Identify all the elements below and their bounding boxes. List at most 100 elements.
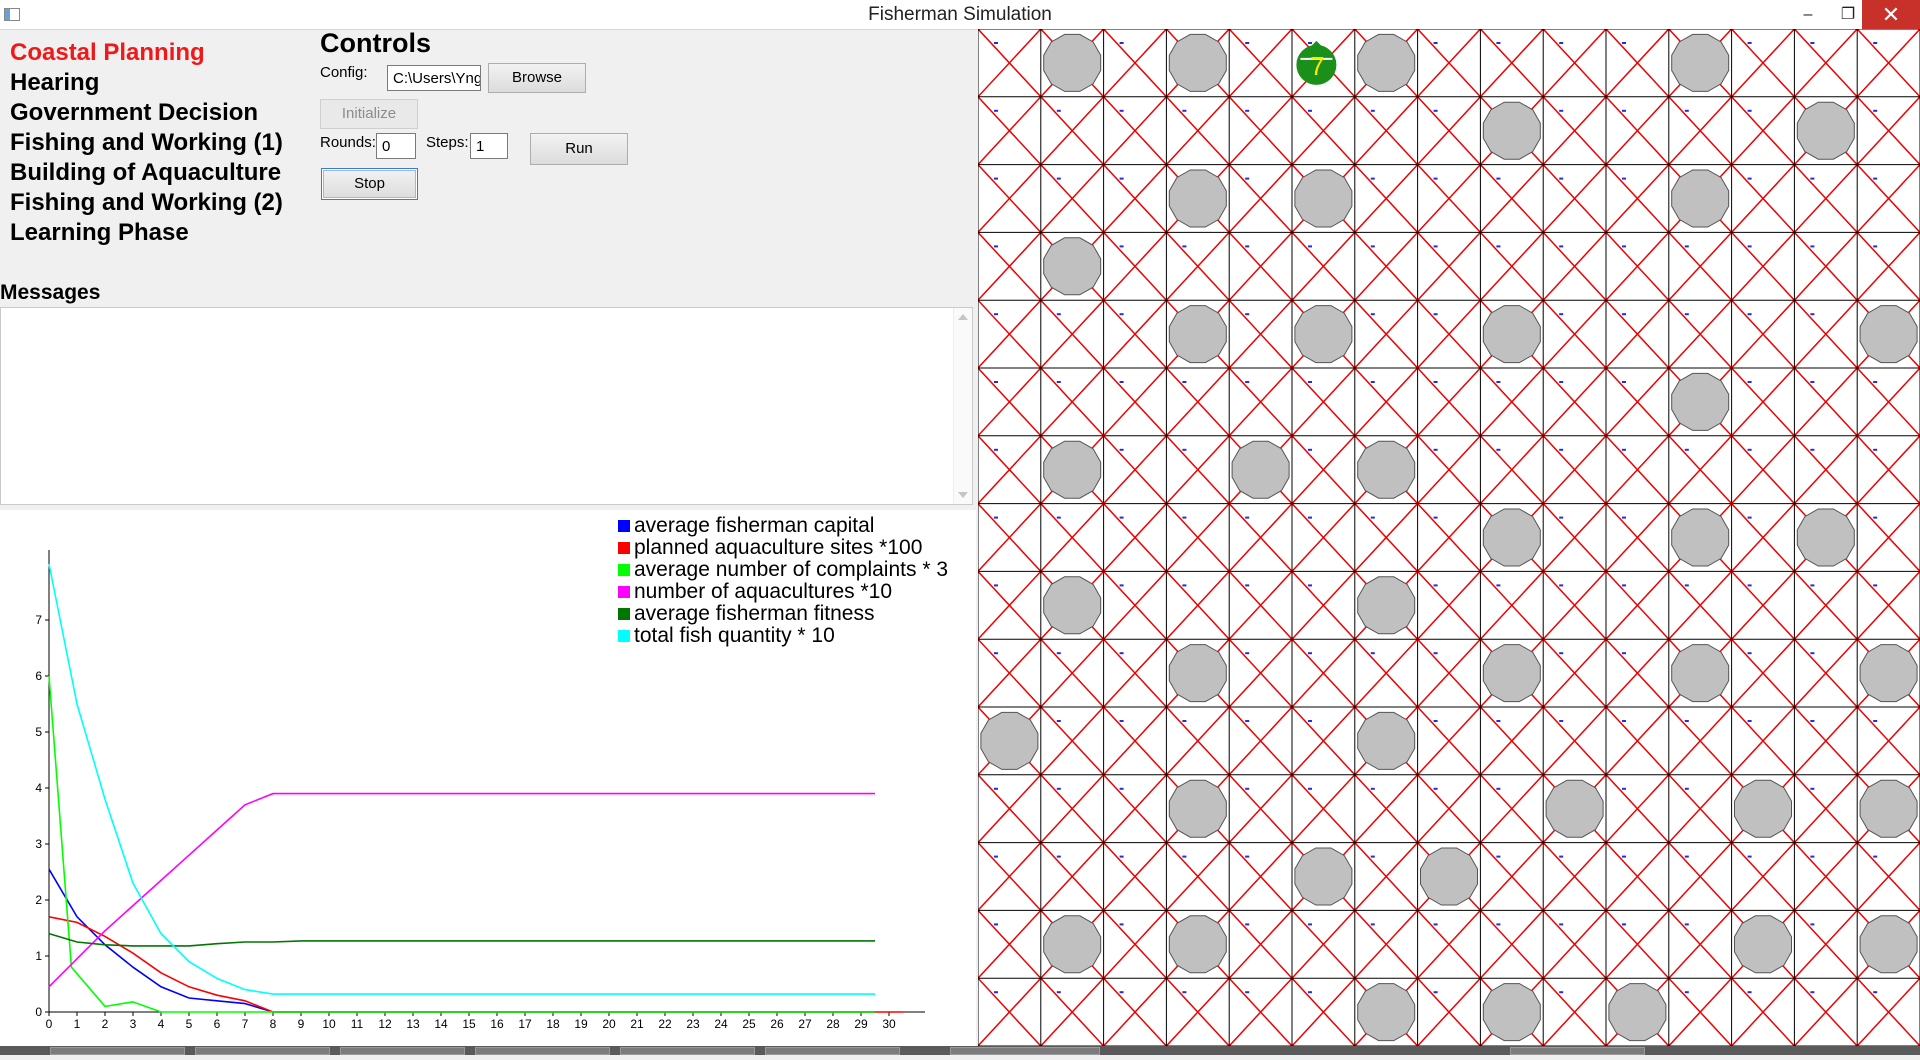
aquaculture-icon bbox=[1671, 372, 1730, 431]
title-bar: Fisherman Simulation – ❐ ✕ bbox=[0, 0, 1920, 30]
messages-log[interactable] bbox=[0, 307, 973, 505]
controls-title: Controls bbox=[320, 28, 431, 58]
taskbar-item[interactable] bbox=[950, 1047, 1100, 1055]
fish-icon bbox=[1873, 991, 1878, 994]
fish-icon bbox=[1245, 177, 1250, 180]
rounds-input[interactable]: 0 bbox=[376, 133, 416, 159]
fish-icon bbox=[1119, 109, 1124, 112]
legend-label: total fish quantity * 10 bbox=[634, 624, 835, 647]
x-tick-label: 30 bbox=[882, 1017, 896, 1031]
fish-icon bbox=[1308, 991, 1312, 994]
messages-scrollbar[interactable] bbox=[953, 308, 972, 504]
fish-icon bbox=[1810, 584, 1815, 587]
fish-icon bbox=[1873, 584, 1878, 587]
x-tick-label: 11 bbox=[351, 1017, 364, 1031]
x-tick-label: 6 bbox=[214, 1017, 221, 1031]
stop-button[interactable]: Stop bbox=[321, 168, 418, 200]
fish-icon bbox=[1684, 787, 1689, 790]
steps-input[interactable]: 1 bbox=[470, 133, 508, 159]
fish-icon bbox=[1433, 109, 1438, 112]
fish-icon bbox=[1810, 855, 1815, 858]
fish-icon bbox=[1873, 381, 1878, 383]
fish-icon bbox=[1433, 787, 1438, 790]
fish-icon bbox=[1747, 381, 1752, 383]
aquaculture-icon bbox=[1043, 33, 1102, 92]
taskbar-item[interactable] bbox=[620, 1047, 755, 1055]
fish-icon bbox=[1433, 720, 1438, 722]
scroll-down-icon[interactable] bbox=[958, 492, 968, 498]
x-tick-label: 24 bbox=[714, 1017, 728, 1031]
fish-icon bbox=[1119, 177, 1124, 180]
run-button[interactable]: Run bbox=[530, 133, 628, 165]
fish-icon bbox=[1873, 109, 1878, 112]
fish-icon bbox=[1496, 245, 1501, 248]
taskbar-item[interactable] bbox=[50, 1047, 185, 1055]
fish-icon bbox=[1119, 991, 1124, 994]
fish-icon bbox=[1119, 381, 1124, 383]
fish-icon bbox=[1684, 448, 1689, 451]
fish-icon bbox=[1810, 448, 1815, 451]
fish-icon bbox=[1873, 855, 1878, 858]
taskbar-item[interactable] bbox=[340, 1047, 465, 1055]
aquaculture-icon bbox=[1859, 915, 1918, 974]
fish-icon bbox=[1810, 923, 1815, 926]
fish-icon bbox=[1056, 991, 1061, 994]
aquaculture-icon bbox=[1231, 440, 1290, 499]
fish-icon bbox=[1873, 720, 1878, 722]
simulation-grid[interactable]: 7 bbox=[977, 28, 1920, 1047]
aquaculture-icon bbox=[1482, 644, 1541, 703]
series-line bbox=[48, 792, 875, 988]
config-path-field[interactable]: C:\Users\Yng bbox=[387, 65, 481, 91]
fish-icon bbox=[1684, 584, 1689, 587]
aquaculture-icon bbox=[1734, 779, 1792, 838]
fish-icon bbox=[1747, 448, 1752, 451]
fish-icon bbox=[1496, 923, 1501, 926]
fish-icon bbox=[1622, 381, 1626, 383]
legend-label: average number of complaints * 3 bbox=[634, 558, 949, 581]
initialize-button[interactable]: Initialize bbox=[320, 99, 418, 129]
minimize-button[interactable]: – bbox=[1788, 0, 1828, 29]
aquaculture-icon bbox=[1796, 101, 1855, 160]
legend-swatch bbox=[618, 630, 630, 642]
fish-icon bbox=[1747, 313, 1752, 316]
series-line bbox=[48, 932, 875, 947]
fish-icon bbox=[1810, 787, 1815, 790]
aquaculture-icon bbox=[1608, 983, 1667, 1042]
legend-swatch bbox=[618, 564, 630, 576]
taskbar-item[interactable] bbox=[765, 1047, 900, 1055]
fish-icon bbox=[1622, 109, 1626, 112]
browse-button[interactable]: Browse bbox=[488, 63, 586, 93]
fish-icon bbox=[1245, 245, 1250, 248]
scroll-up-icon[interactable] bbox=[958, 314, 968, 320]
fish-icon bbox=[1182, 245, 1187, 248]
x-tick-label: 17 bbox=[518, 1017, 532, 1031]
fish-icon bbox=[1622, 245, 1626, 248]
fish-icon bbox=[1245, 787, 1250, 790]
fish-icon bbox=[1559, 448, 1564, 451]
fish-icon bbox=[1119, 516, 1124, 519]
fish-icon bbox=[1622, 177, 1626, 180]
taskbar-item[interactable] bbox=[475, 1047, 610, 1055]
legend-item: average fisherman capital bbox=[618, 514, 948, 537]
fish-icon bbox=[1622, 313, 1626, 316]
fish-icon bbox=[1308, 381, 1312, 383]
fish-icon bbox=[1119, 245, 1124, 248]
aquaculture-icon bbox=[980, 711, 1039, 770]
fish-icon bbox=[1245, 923, 1250, 926]
series-line bbox=[48, 675, 875, 1013]
taskbar-item[interactable] bbox=[195, 1047, 330, 1055]
x-tick-label: 9 bbox=[298, 1017, 305, 1031]
fish-icon bbox=[994, 516, 998, 519]
coastal-map[interactable]: 7 bbox=[977, 28, 1920, 1047]
fish-icon bbox=[1056, 516, 1061, 519]
x-tick-label: 8 bbox=[270, 1017, 277, 1031]
aquaculture-icon bbox=[1482, 983, 1541, 1042]
taskbar-item[interactable] bbox=[1510, 1047, 1645, 1055]
close-button[interactable]: ✕ bbox=[1862, 0, 1920, 29]
fish-icon bbox=[1308, 923, 1312, 926]
y-tick-label: 3 bbox=[35, 837, 42, 851]
fish-icon bbox=[1559, 584, 1564, 587]
fish-icon bbox=[1119, 720, 1124, 722]
fish-icon bbox=[1433, 448, 1438, 451]
fish-icon bbox=[994, 584, 998, 587]
